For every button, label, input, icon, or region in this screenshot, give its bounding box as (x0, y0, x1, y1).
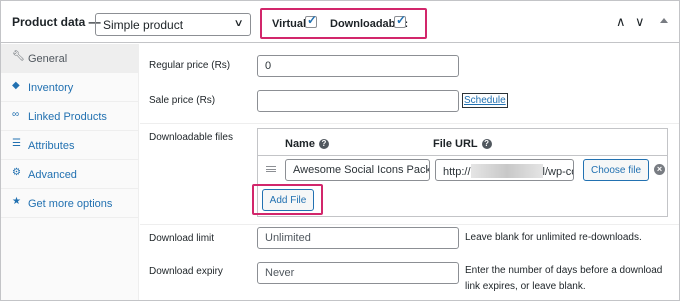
product-data-header: Product data — Simple product ∨ Virtual:… (1, 1, 679, 43)
sale-price-input[interactable] (257, 90, 459, 112)
chevron-up-icon[interactable]: ∧ (616, 14, 626, 30)
virtual-checkbox[interactable]: ✓ (305, 13, 318, 28)
tab-label: Attributes (28, 140, 75, 152)
downloadable-files-label: Downloadable files (149, 132, 233, 143)
wrench-icon: 🔧︎ (12, 51, 25, 62)
list-icon: ☰ (12, 138, 21, 149)
regular-price-label: Regular price (Rs) (149, 60, 231, 71)
checkmark-icon: ✓ (396, 13, 407, 27)
tab-label: Inventory (28, 82, 74, 94)
remove-file-icon[interactable]: × (654, 164, 665, 175)
download-limit-input[interactable]: Unlimited (257, 227, 459, 249)
tab-label: General (28, 53, 68, 65)
product-data-panel: Product data — Simple product ∨ Virtual:… (0, 0, 680, 301)
product-type-value: Simple product (103, 18, 184, 32)
gear-icon: ⚙ (12, 167, 21, 178)
collapse-triangle-icon[interactable] (660, 18, 668, 23)
files-table-header: Name? File URL? (258, 129, 667, 156)
chevron-down-icon[interactable]: ∨ (635, 14, 645, 30)
file-url-column-header: File URL? (433, 138, 492, 150)
download-expiry-description: Enter the number of days before a downlo… (465, 265, 663, 292)
tab-get-more-options[interactable]: ★ Get more options (1, 189, 139, 218)
link-icon: ∞ (12, 109, 20, 120)
choose-file-button[interactable]: Choose file (583, 159, 649, 181)
tab-advanced[interactable]: ⚙ Advanced (1, 160, 139, 189)
download-expiry-input[interactable]: Never (257, 262, 459, 284)
drag-handle-icon[interactable] (266, 166, 276, 172)
file-name-input[interactable]: Awesome Social Icons Pack (285, 159, 430, 181)
regular-price-input[interactable]: 0 (257, 55, 459, 77)
tab-inventory[interactable]: ◆ Inventory (1, 73, 139, 102)
tag-icon: ◆ (12, 80, 20, 91)
tab-label: Get more options (28, 198, 113, 210)
tab-linked-products[interactable]: ∞ Linked Products (1, 102, 139, 131)
download-limit-description: Leave blank for unlimited re-downloads. (465, 232, 642, 243)
schedule-link[interactable]: Schedule (462, 93, 508, 108)
divider (140, 224, 679, 225)
help-icon[interactable]: ? (481, 139, 492, 149)
sale-price-label: Sale price (Rs) (149, 95, 216, 106)
downloadable-checkbox[interactable]: ✓ (394, 13, 407, 28)
product-type-select[interactable]: Simple product ∨ (95, 13, 251, 36)
file-url-input[interactable]: http://l/wp-co (435, 159, 574, 181)
product-data-tabs: 🔧︎ General ◆ Inventory ∞ Linked Products… (1, 44, 139, 300)
chevron-down-icon: ∨ (233, 18, 244, 29)
redacted-blur (470, 164, 543, 178)
tab-general[interactable]: 🔧︎ General (1, 44, 139, 73)
tab-label: Linked Products (28, 111, 107, 123)
name-column-header: Name? (285, 138, 329, 150)
checkmark-icon: ✓ (307, 13, 318, 27)
help-icon[interactable]: ? (318, 139, 329, 149)
tab-label: Advanced (28, 169, 77, 181)
panel-title: Product data — (12, 15, 101, 29)
tab-attributes[interactable]: ☰ Attributes (1, 131, 139, 160)
download-limit-label: Download limit (149, 233, 215, 244)
add-file-button[interactable]: Add File (262, 189, 314, 211)
plugin-icon: ★ (12, 196, 21, 207)
download-expiry-label: Download expiry (149, 266, 223, 277)
divider (140, 123, 679, 124)
